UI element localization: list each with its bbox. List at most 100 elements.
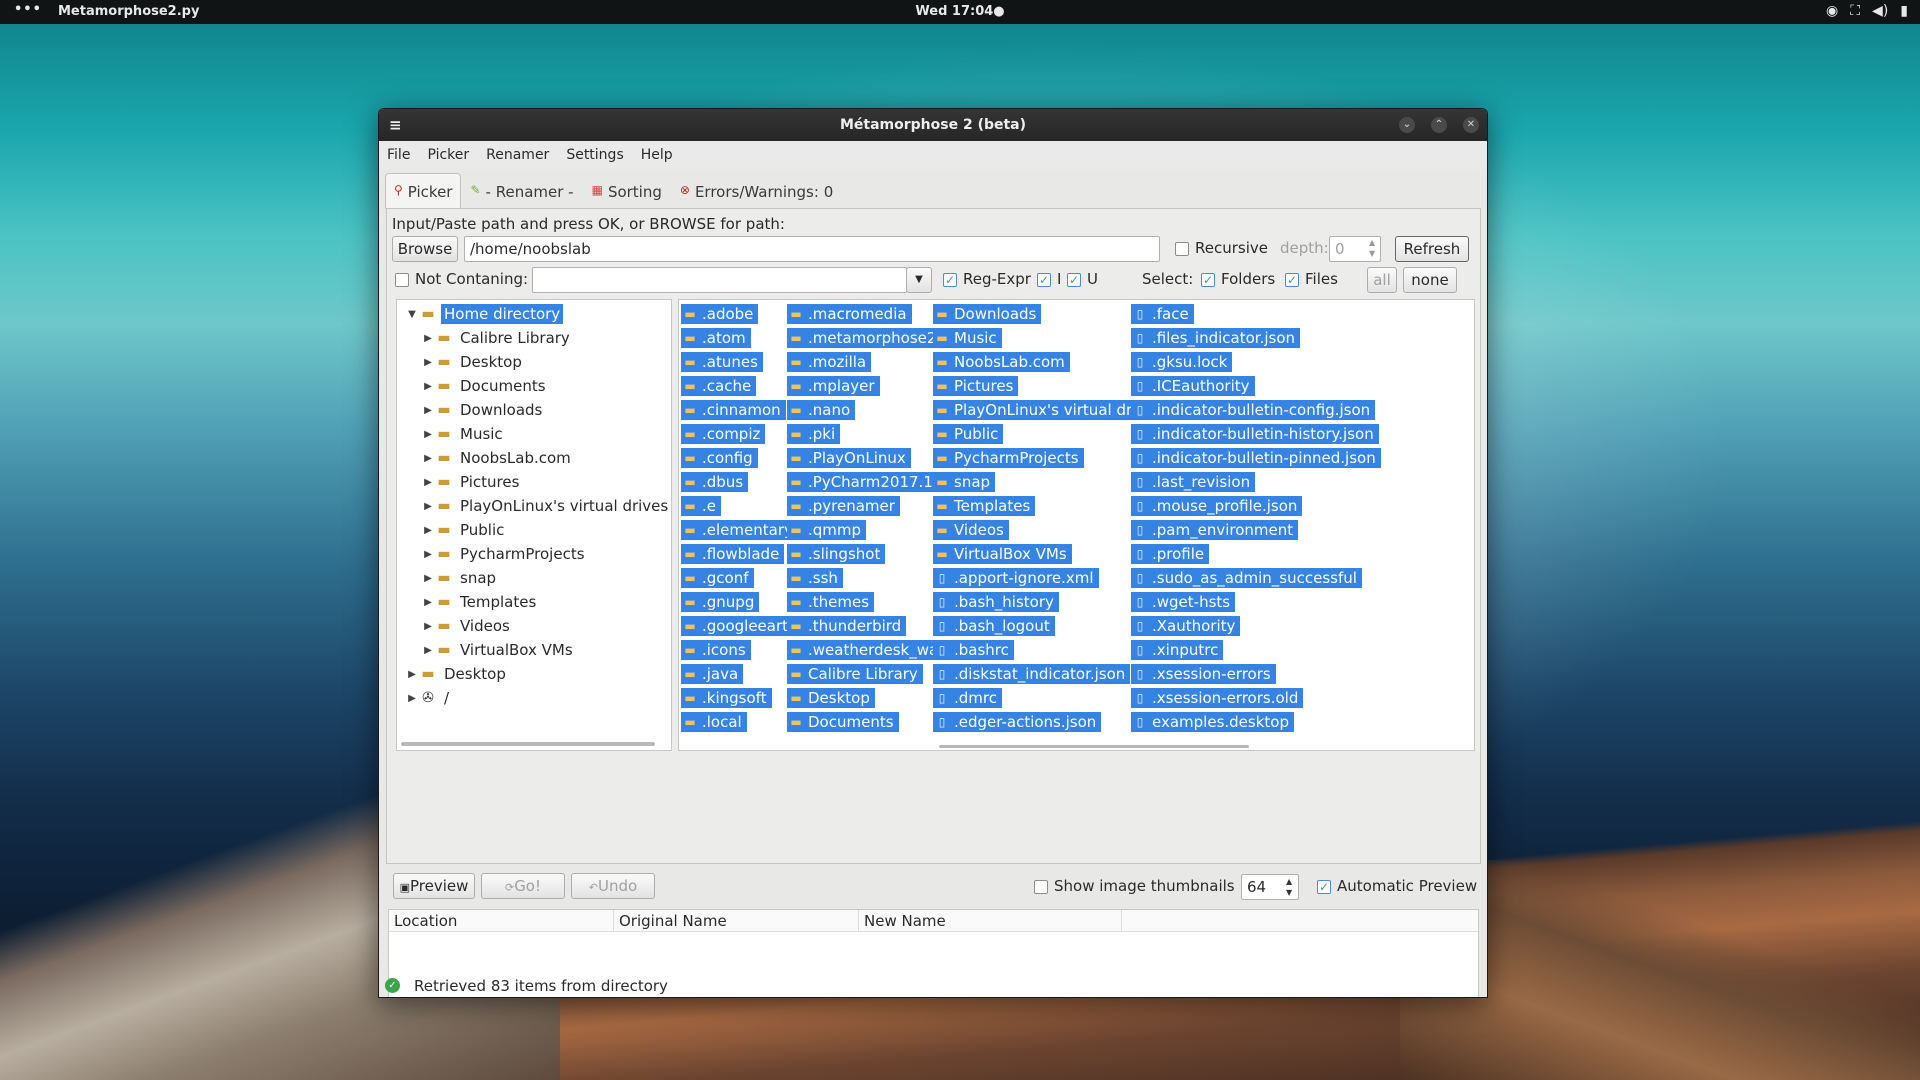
chrome-icon[interactable]: ◉ <box>1826 3 1838 19</box>
file-item[interactable]: ▯ .xsession-errors.old <box>1131 686 1381 710</box>
tree-item[interactable]: ▶ ▬ Desktop <box>421 350 525 374</box>
expander-closed-icon[interactable]: ▶ <box>421 573 435 584</box>
regexp-checkbox[interactable]: ✓ <box>943 273 957 287</box>
tree-item[interactable]: ▶ ▬ Public <box>421 518 507 542</box>
column-original-name[interactable]: Original Name <box>619 912 727 930</box>
file-item[interactable]: ▯ .gksu.lock <box>1131 350 1381 374</box>
close-button[interactable]: ✕ <box>1463 117 1479 133</box>
folder-item[interactable]: ▬ .local <box>681 710 803 734</box>
file-item[interactable]: ▯ .sudo_as_admin_successful <box>1131 566 1381 590</box>
automatic-preview-checkbox[interactable]: ✓ <box>1317 880 1331 894</box>
network-icon[interactable]: ⛶ <box>1850 3 1860 19</box>
expander-closed-icon[interactable]: ▶ <box>405 669 419 680</box>
tab-renamer[interactable]: ✎ - Renamer - <box>461 173 582 209</box>
folder-item[interactable]: ▬ .gnupg <box>681 590 803 614</box>
expander-closed-icon[interactable]: ▶ <box>421 357 435 368</box>
file-item[interactable]: ▯ .mouse_profile.json <box>1131 494 1381 518</box>
expander-closed-icon[interactable]: ▶ <box>421 501 435 512</box>
tree-item[interactable]: ▶ ✇ / <box>405 686 452 710</box>
ignore-case-checkbox[interactable]: ✓ <box>1037 273 1051 287</box>
horizontal-scrollbar[interactable] <box>939 745 1249 748</box>
tree-item[interactable]: ▶ ▬ PycharmProjects <box>421 542 588 566</box>
file-item[interactable]: ▯ .xinputrc <box>1131 638 1381 662</box>
not-containing-dropdown[interactable]: ▼ <box>906 267 932 293</box>
tree-item[interactable]: ▶ ▬ NoobsLab.com <box>421 446 574 470</box>
folder-item[interactable]: ▬ .java <box>681 662 803 686</box>
folder-item[interactable]: ▬ .e <box>681 494 803 518</box>
column-divider[interactable] <box>613 910 614 932</box>
column-divider[interactable] <box>858 910 859 932</box>
maximize-button[interactable]: ⌃ <box>1431 117 1447 133</box>
select-all-button[interactable]: all <box>1367 267 1397 293</box>
not-containing-input[interactable] <box>532 267 907 293</box>
horizontal-scrollbar[interactable] <box>401 742 655 746</box>
path-input[interactable]: /home/noobslab <box>464 236 1160 262</box>
file-item[interactable]: ▯ .last_revision <box>1131 470 1381 494</box>
file-item[interactable]: ▯ .indicator-bulletin-config.json <box>1131 398 1381 422</box>
expander-closed-icon[interactable]: ▶ <box>421 597 435 608</box>
files-checkbox[interactable]: ✓ <box>1285 273 1299 287</box>
file-list[interactable]: ▬ .adobe ▬ .atom ▬ .atunes ▬ .cache ▬ .cinnamon ▬.… <box>678 299 1475 751</box>
folder-item[interactable]: ▬ .googleearth <box>681 614 803 638</box>
folder-item[interactable]: ▬ .flowblade <box>681 542 803 566</box>
expander-closed-icon[interactable]: ▶ <box>421 429 435 440</box>
file-item[interactable]: ▯ .Xauthority <box>1131 614 1381 638</box>
folder-item[interactable]: ▬ .elementary <box>681 518 803 542</box>
menu-file[interactable]: File <box>387 147 410 163</box>
recursive-checkbox[interactable] <box>1175 242 1189 256</box>
expander-closed-icon[interactable]: ▶ <box>421 525 435 536</box>
tree-item[interactable]: ▶ ▬ snap <box>421 566 499 590</box>
tree-item[interactable]: ▶ ▬ Downloads <box>421 398 545 422</box>
expander-open-icon[interactable]: ▼ <box>405 309 419 320</box>
thumb-spinner-arrows-icon[interactable]: ▲ ▼ <box>1286 876 1292 898</box>
tab-errors[interactable]: ⊗ Errors/Warnings: 0 <box>671 173 842 209</box>
battery-icon[interactable]: ▮ <box>1900 3 1908 19</box>
folder-item[interactable]: ▬ .icons <box>681 638 803 662</box>
expander-closed-icon[interactable]: ▶ <box>421 453 435 464</box>
tree-item[interactable]: ▶ ▬ Desktop <box>405 662 509 686</box>
file-item[interactable]: ▯ .face <box>1131 302 1381 326</box>
file-item[interactable]: ▯ .indicator-bulletin-history.json <box>1131 422 1381 446</box>
file-item[interactable]: ▯ .profile <box>1131 542 1381 566</box>
expander-closed-icon[interactable]: ▶ <box>421 405 435 416</box>
tree-item[interactable]: ▶ ▬ Pictures <box>421 470 522 494</box>
undo-button[interactable]: ↶Undo <box>571 873 655 899</box>
folder-item[interactable]: ▬ .config <box>681 446 803 470</box>
go-button[interactable]: ⟳Go! <box>481 873 565 899</box>
preview-button[interactable]: ▣Preview <box>393 873 475 899</box>
tab-picker[interactable]: ⚲ Picker <box>385 173 462 209</box>
show-thumbnails-checkbox[interactable] <box>1034 880 1048 894</box>
tree-item[interactable]: ▶ ▬ Music <box>421 422 506 446</box>
expander-closed-icon[interactable]: ▶ <box>421 621 435 632</box>
folders-checkbox[interactable]: ✓ <box>1201 273 1215 287</box>
file-item[interactable]: ▯ examples.desktop <box>1131 710 1381 734</box>
tree-item[interactable]: ▶ ▬ Templates <box>421 590 539 614</box>
expander-closed-icon[interactable]: ▶ <box>421 645 435 656</box>
menu-settings[interactable]: Settings <box>566 147 623 163</box>
directory-tree[interactable]: ▼ ▬ Home directory ▶ ▬ Calibre Library ▶ ▬ Deskt… <box>396 299 672 751</box>
expander-closed-icon[interactable]: ▶ <box>421 333 435 344</box>
minimize-button[interactable]: ⌄ <box>1399 117 1415 133</box>
expander-closed-icon[interactable]: ▶ <box>405 693 419 704</box>
column-divider[interactable] <box>1121 910 1122 932</box>
column-new-name[interactable]: New Name <box>864 912 946 930</box>
column-location[interactable]: Location <box>394 912 457 930</box>
folder-item[interactable]: ▬ .kingsoft <box>681 686 803 710</box>
select-none-button[interactable]: none <box>1403 267 1457 293</box>
folder-item[interactable]: ▬ .cinnamon <box>681 398 803 422</box>
folder-item[interactable]: ▬ .dbus <box>681 470 803 494</box>
file-item[interactable]: ▯ .indicator-bulletin-pinned.json <box>1131 446 1381 470</box>
tree-item[interactable]: ▼ ▬ Home directory <box>405 302 564 326</box>
folder-item[interactable]: ▬ .adobe <box>681 302 803 326</box>
unicode-checkbox[interactable]: ✓ <box>1067 273 1081 287</box>
folder-item[interactable]: ▬ .compiz <box>681 422 803 446</box>
file-item[interactable]: ▯ .ICEauthority <box>1131 374 1381 398</box>
menu-renamer[interactable]: Renamer <box>486 147 549 163</box>
tree-item[interactable]: ▶ ▬ Calibre Library <box>421 326 573 350</box>
tree-item[interactable]: ▶ ▬ Documents <box>421 374 549 398</box>
file-item[interactable]: ▯ .pam_environment <box>1131 518 1381 542</box>
volume-icon[interactable]: ◀) <box>1872 3 1888 19</box>
folder-item[interactable]: ▬ .atom <box>681 326 803 350</box>
file-item[interactable]: ▯ .xsession-errors <box>1131 662 1381 686</box>
expander-closed-icon[interactable]: ▶ <box>421 381 435 392</box>
